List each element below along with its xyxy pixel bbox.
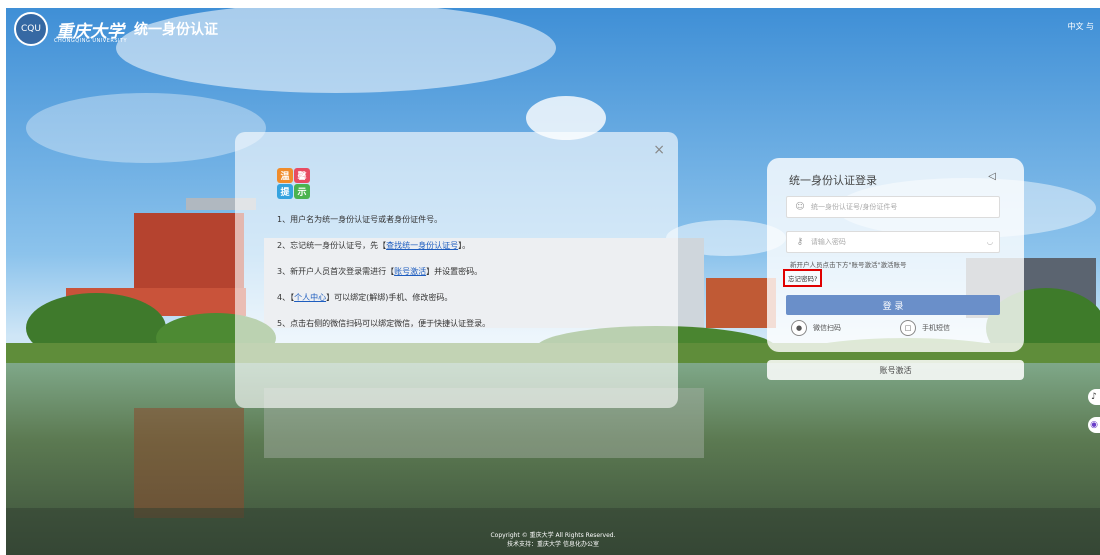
password-field[interactable]: ⚷ ◡	[786, 231, 1000, 253]
university-logo[interactable]: CQU 重庆大学 CHONGQING UNIVERSITY 统一身份认证	[14, 12, 218, 46]
login-title: 统一身份认证登录	[789, 174, 877, 187]
sms-login-button[interactable]: □ 手机短信	[900, 320, 950, 336]
logo-english-name: CHONGQING UNIVERSITY	[54, 38, 128, 44]
tip-text: 3、新开户人员首次登录需进行【	[277, 267, 395, 276]
university-seal-icon: CQU	[14, 12, 48, 46]
username-field[interactable]: ☺	[786, 196, 1000, 218]
tip-text: 4、【	[277, 293, 295, 302]
login-panel: 统一身份认证登录 ◁ ☺ ⚷ ◡ 新开户人员点击下方"账号激活"激活账号 忘记密…	[767, 158, 1024, 352]
login-button[interactable]: 登 录	[786, 295, 1000, 315]
badge-char: 温	[277, 168, 293, 183]
badge-char: 提	[277, 184, 293, 199]
tip-text: 2、忘记统一身份认证号，先【	[277, 241, 387, 250]
tip-item: 4、【个人中心】可以绑定(解绑)手机、修改密码。	[277, 292, 490, 318]
phone-icon: □	[900, 320, 916, 336]
sms-label: 手机短信	[922, 324, 950, 332]
wechat-label: 微信扫码	[813, 324, 841, 332]
tips-badge-icon: 温 馨 提 示	[277, 168, 311, 200]
show-password-icon[interactable]: ◡	[987, 238, 993, 246]
tip-item: 1、用户名为统一身份认证号或者身份证件号。	[277, 214, 490, 240]
forgot-password-link[interactable]: 忘记密码?	[783, 269, 823, 287]
close-icon[interactable]: ×	[653, 142, 665, 158]
tip-text: 1、用户名为统一身份认证号或者身份证件号。	[277, 215, 443, 224]
tip-text: 】。	[458, 241, 471, 250]
username-input[interactable]	[809, 202, 988, 212]
badge-char: 示	[294, 184, 310, 199]
tip-item: 2、忘记统一身份认证号，先【查找统一身份认证号】。	[277, 240, 490, 266]
side-tool-icon[interactable]: ♪	[1088, 389, 1100, 405]
find-account-link[interactable]: 查找统一身份认证号	[386, 241, 458, 250]
tip-text: 】并设置密码。	[426, 267, 483, 276]
activate-account-link[interactable]: 账号激活	[394, 267, 426, 276]
page: CQU 重庆大学 CHONGQING UNIVERSITY 统一身份认证 中文 …	[6, 8, 1100, 555]
support-text: 技术支持：重庆大学 信息化办公室	[507, 541, 599, 548]
copyright-text: Copyright © 重庆大学 All Rights Reserved.	[490, 532, 616, 539]
tip-item: 5、点击右侧的微信扫码可以绑定微信，便于快捷认证登录。	[277, 318, 490, 344]
tips-list: 1、用户名为统一身份认证号或者身份证件号。 2、忘记统一身份认证号，先【查找统一…	[277, 214, 490, 344]
wechat-icon: ●	[791, 320, 807, 336]
tip-text: 】可以绑定(解绑)手机、修改密码。	[326, 293, 453, 302]
footer: Copyright © 重庆大学 All Rights Reserved. 技术…	[6, 531, 1100, 549]
activation-hint: 新开户人员点击下方"账号激活"激活账号	[790, 261, 907, 269]
wechat-login-button[interactable]: ● 微信扫码	[791, 320, 841, 336]
user-icon: ☺	[795, 202, 805, 212]
key-icon: ⚷	[796, 237, 804, 247]
system-title: 统一身份认证	[134, 22, 218, 38]
side-help-icon[interactable]: ◉	[1088, 417, 1100, 433]
tips-dialog: × 温 馨 提 示 1、用户名为统一身份认证号或者身份证件号。 2、忘记统一身份…	[235, 132, 678, 408]
tip-item: 3、新开户人员首次登录需进行【账号激活】并设置密码。	[277, 266, 490, 292]
password-input[interactable]	[808, 237, 987, 247]
activate-account-button[interactable]: 账号激活	[767, 360, 1024, 380]
announcement-icon[interactable]: ◁	[988, 171, 996, 182]
tip-text: 5、点击右侧的微信扫码可以绑定微信，便于快捷认证登录。	[277, 319, 491, 328]
language-switch[interactable]: 中文 与	[1067, 21, 1094, 32]
personal-center-link[interactable]: 个人中心	[294, 293, 326, 302]
top-bar: CQU 重庆大学 CHONGQING UNIVERSITY 统一身份认证 中文 …	[6, 8, 1100, 58]
badge-char: 馨	[294, 168, 310, 183]
